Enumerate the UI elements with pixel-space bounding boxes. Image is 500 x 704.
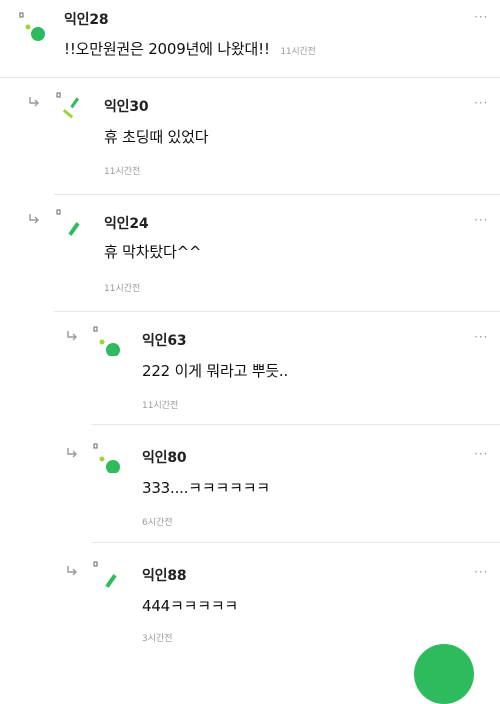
more-options-button[interactable]: ··· xyxy=(474,213,488,227)
comment-time: 6시간전 xyxy=(142,518,173,528)
more-options-button[interactable]: ··· xyxy=(474,447,488,461)
comment-text-content: !!오만원권은 2009년에 나왔대!! xyxy=(64,40,270,58)
comment-author[interactable]: 익인24 xyxy=(104,213,149,233)
comment-time: 3시간전 xyxy=(142,634,173,644)
comment-time: 11시간전 xyxy=(280,47,316,57)
more-horizontal-icon: ··· xyxy=(474,10,489,24)
more-horizontal-icon: ··· xyxy=(474,447,489,461)
reply-arrow-icon xyxy=(67,331,77,341)
avatar[interactable] xyxy=(92,561,122,591)
comment-text: 휴 초딩때 있었다 xyxy=(104,128,209,146)
comment-item: 익인24 휴 막차탔다^^ 11시간전 ··· xyxy=(0,195,500,312)
more-options-button[interactable]: ··· xyxy=(474,565,488,579)
more-options-button[interactable]: ··· xyxy=(474,96,488,110)
comment-text: !!오만원권은 2009년에 나왔대!! 11시간전 xyxy=(64,38,316,59)
comment-item: 익인80 333....ㅋㅋㅋㅋㅋㅋ 6시간전 ··· xyxy=(0,425,500,542)
comment-author[interactable]: 익인63 xyxy=(142,330,187,350)
avatar[interactable] xyxy=(92,326,122,356)
comment-item: 익인28 !!오만원권은 2009년에 나왔대!! 11시간전 ··· xyxy=(0,0,500,78)
more-horizontal-icon: ··· xyxy=(474,330,489,344)
comment-author[interactable]: 익인80 xyxy=(142,447,187,467)
avatar[interactable] xyxy=(55,92,85,122)
comment-time: 11시간전 xyxy=(104,167,141,177)
avatar[interactable] xyxy=(18,12,48,42)
reply-arrow-icon xyxy=(67,448,77,458)
more-horizontal-icon: ··· xyxy=(474,96,489,110)
comment-item: 익인30 휴 초딩때 있었다 11시간전 ··· xyxy=(0,78,500,195)
avatar[interactable] xyxy=(92,443,122,473)
comment-text: 휴 막차탔다^^ xyxy=(104,243,202,261)
more-horizontal-icon: ··· xyxy=(474,565,489,579)
comment-time: 11시간전 xyxy=(104,284,141,294)
reply-arrow-icon xyxy=(29,97,39,107)
comment-text: 222 이게 뭐라고 뿌듯.. xyxy=(142,362,289,380)
comment-author[interactable]: 익인30 xyxy=(104,96,149,116)
more-options-button[interactable]: ··· xyxy=(474,10,488,24)
comment-text: 333....ㅋㅋㅋㅋㅋㅋ xyxy=(142,479,270,497)
comment-text: 444ㅋㅋㅋㅋㅋ xyxy=(142,597,239,615)
reply-arrow-icon xyxy=(67,566,77,576)
more-horizontal-icon: ··· xyxy=(474,213,489,227)
floating-action-button[interactable] xyxy=(414,644,474,704)
avatar[interactable] xyxy=(55,209,85,239)
reply-arrow-icon xyxy=(29,214,39,224)
comment-item: 익인63 222 이게 뭐라고 뿌듯.. 11시간전 ··· xyxy=(0,312,500,424)
comment-time: 11시간전 xyxy=(142,401,179,411)
more-options-button[interactable]: ··· xyxy=(474,330,488,344)
comment-author[interactable]: 익인28 xyxy=(64,9,109,29)
comment-item: 익인88 444ㅋㅋㅋㅋㅋ 3시간전 ··· xyxy=(0,543,500,652)
comment-author[interactable]: 익인88 xyxy=(142,565,187,585)
